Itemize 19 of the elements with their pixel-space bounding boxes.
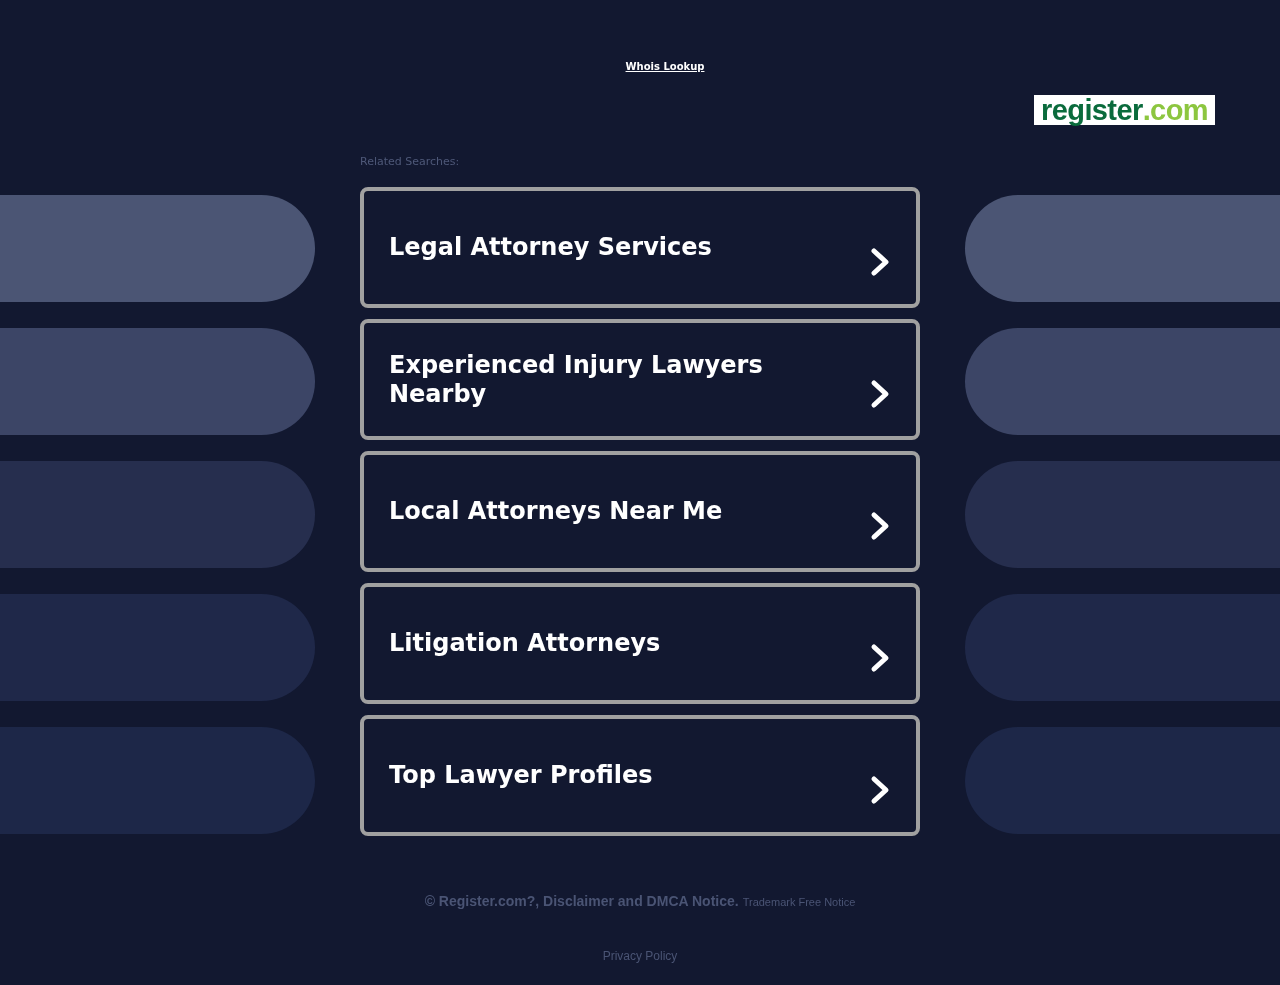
- search-link-title: Top Lawyer Profiles: [389, 761, 654, 790]
- search-link-card[interactable]: Local Attorneys Near Me: [360, 451, 920, 572]
- whois-lookup-link[interactable]: Whois Lookup: [625, 60, 705, 74]
- search-link-title: Experienced Injury Lawyers Nearby: [389, 350, 764, 409]
- search-link-title: Local Attorneys Near Me: [389, 497, 724, 526]
- search-link-card[interactable]: Litigation Attorneys: [360, 583, 920, 704]
- copyright-notice: © Register.com?, Disclaimer and DMCA Notice.: [424, 892, 739, 911]
- related-searches-label: Related Searches:: [360, 154, 461, 170]
- search-link-card[interactable]: Top Lawyer Profiles: [360, 715, 920, 836]
- site-logo[interactable]: register.com: [1034, 95, 1215, 125]
- chevron-right-icon: [870, 642, 890, 673]
- chevron-right-icon: [870, 774, 890, 805]
- search-link-title: Litigation Attorneys: [389, 629, 662, 658]
- chevron-right-icon: [870, 246, 890, 277]
- search-link-card[interactable]: Experienced Injury Lawyers Nearby: [360, 319, 920, 440]
- chevron-right-icon: [870, 510, 890, 541]
- search-link-card[interactable]: Legal Attorney Services: [360, 187, 920, 308]
- chevron-right-icon: [870, 378, 890, 409]
- search-link-title: Legal Attorney Services: [389, 233, 713, 262]
